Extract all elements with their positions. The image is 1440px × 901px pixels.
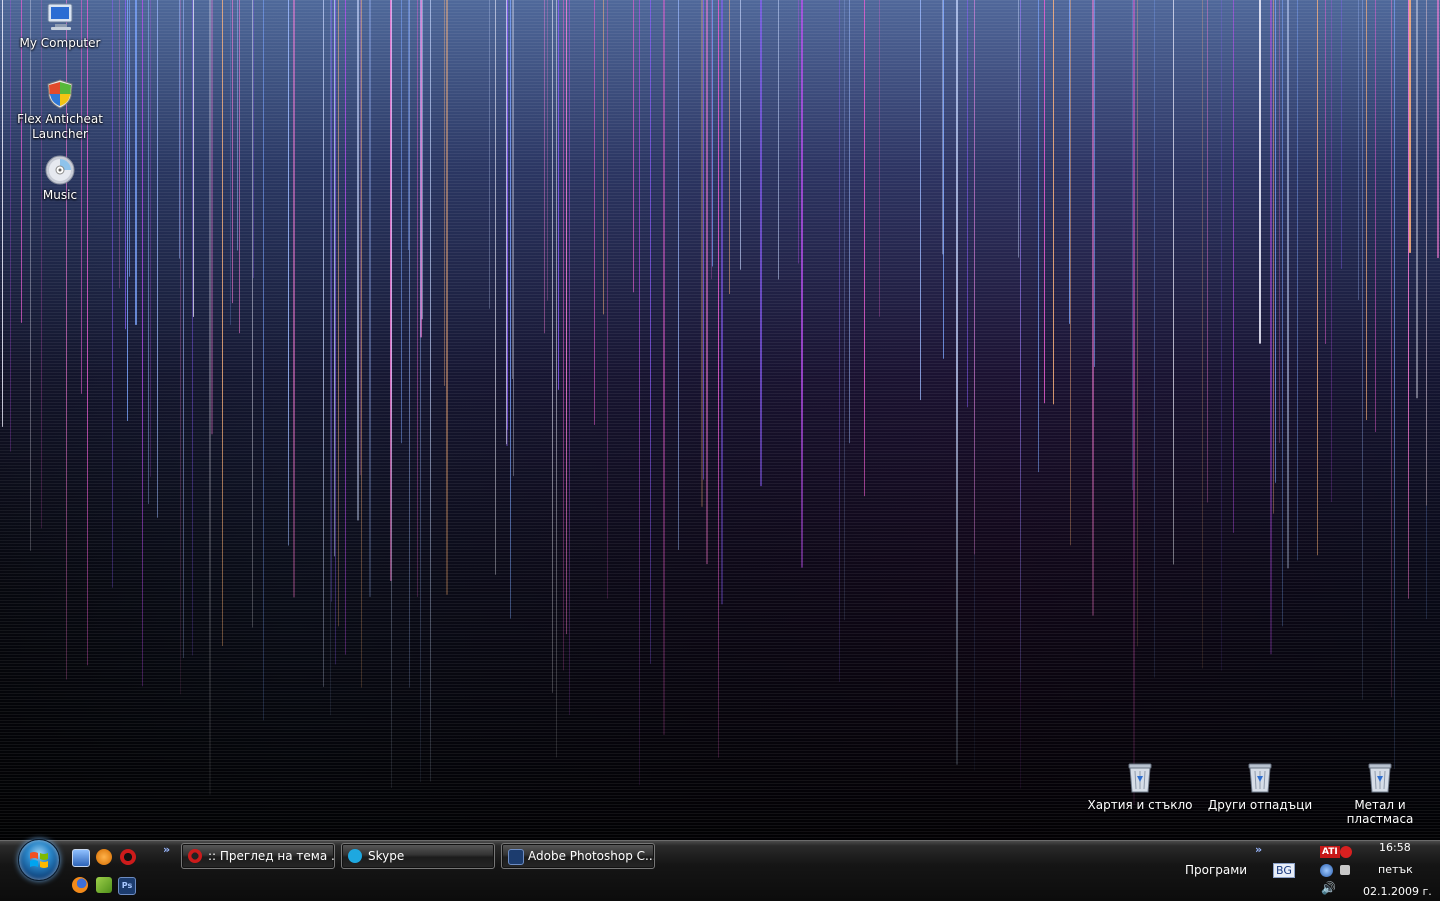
wallpaper-fade	[0, 0, 1440, 840]
bin-label: Други отпадъци	[1207, 798, 1313, 812]
language-indicator[interactable]: BG	[1273, 863, 1295, 878]
photoshop-icon	[508, 849, 524, 865]
show-desktop-icon[interactable]	[72, 849, 90, 867]
desktop-icon-label: Music	[42, 188, 78, 202]
desktop-bin-metal-plastic[interactable]: Метал и пластмаса	[1320, 762, 1440, 826]
opera-icon[interactable]	[120, 849, 136, 865]
desktop-icon-label: Flex Anticheat	[17, 112, 103, 126]
clock-day[interactable]: петък	[1378, 863, 1413, 876]
bin-label: Метал и пластмаса	[1346, 798, 1414, 826]
no-entry-tray-icon[interactable]	[1340, 846, 1352, 858]
desktop-icon-flex-anticheat[interactable]: Flex Anticheat Launcher	[10, 78, 110, 142]
shield-icon	[43, 78, 77, 110]
windows-logo-icon	[30, 852, 48, 868]
avast-icon[interactable]	[96, 849, 112, 865]
bin-label: Хартия и стъкло	[1087, 798, 1193, 812]
desktop-icon-label: My Computer	[19, 36, 101, 50]
volume-icon[interactable]: 🔊	[1321, 881, 1336, 895]
taskbar: » Ps :: Преглед на тема ... Skype Adobe …	[0, 839, 1440, 901]
task-button-label: :: Преглед на тема ...	[208, 849, 335, 863]
desktop-icon-my-computer[interactable]: My Computer	[10, 2, 110, 51]
recycle-bin-icon	[1127, 762, 1153, 794]
network-tray-icon[interactable]	[1320, 864, 1333, 877]
desktop-bin-other-waste[interactable]: Други отпадъци	[1200, 762, 1320, 812]
wallpaper-stripes	[0, 0, 1440, 840]
task-button-label: Skype	[368, 849, 405, 863]
desktop-icon-music[interactable]: Music	[10, 154, 110, 203]
recycle-bin-icon	[1247, 762, 1273, 794]
photoshop-icon[interactable]: Ps	[118, 877, 136, 895]
alert-tray-icon[interactable]	[1340, 865, 1350, 875]
recycle-bin-icon	[1367, 762, 1393, 794]
desktop-wallpaper	[0, 0, 1440, 840]
desktop-bin-paper-glass[interactable]: Хартия и стъкло	[1080, 762, 1200, 812]
quicklaunch-chevron[interactable]: »	[163, 843, 170, 856]
notepad-icon[interactable]	[96, 877, 112, 893]
task-button-photoshop[interactable]: Adobe Photoshop C...	[501, 843, 655, 869]
skype-icon	[348, 849, 362, 863]
task-button-opera[interactable]: :: Преглед на тема ...	[181, 843, 335, 869]
task-button-label: Adobe Photoshop C...	[528, 849, 655, 863]
ati-tray-icon[interactable]: ATI	[1320, 846, 1340, 858]
cd-icon	[43, 154, 77, 186]
clock-time[interactable]: 16:58	[1379, 841, 1411, 854]
task-button-skype[interactable]: Skype	[341, 843, 495, 869]
start-button[interactable]	[18, 839, 60, 881]
opera-icon	[188, 849, 202, 863]
toolbar-chevron[interactable]: »	[1255, 843, 1262, 856]
clock-date[interactable]: 02.1.2009 г.	[1363, 885, 1432, 898]
programs-toolbar[interactable]: Програми	[1185, 863, 1247, 877]
my-computer-icon	[43, 2, 77, 34]
desktop-icon-label: Launcher	[32, 127, 88, 141]
firefox-icon[interactable]	[72, 877, 88, 893]
